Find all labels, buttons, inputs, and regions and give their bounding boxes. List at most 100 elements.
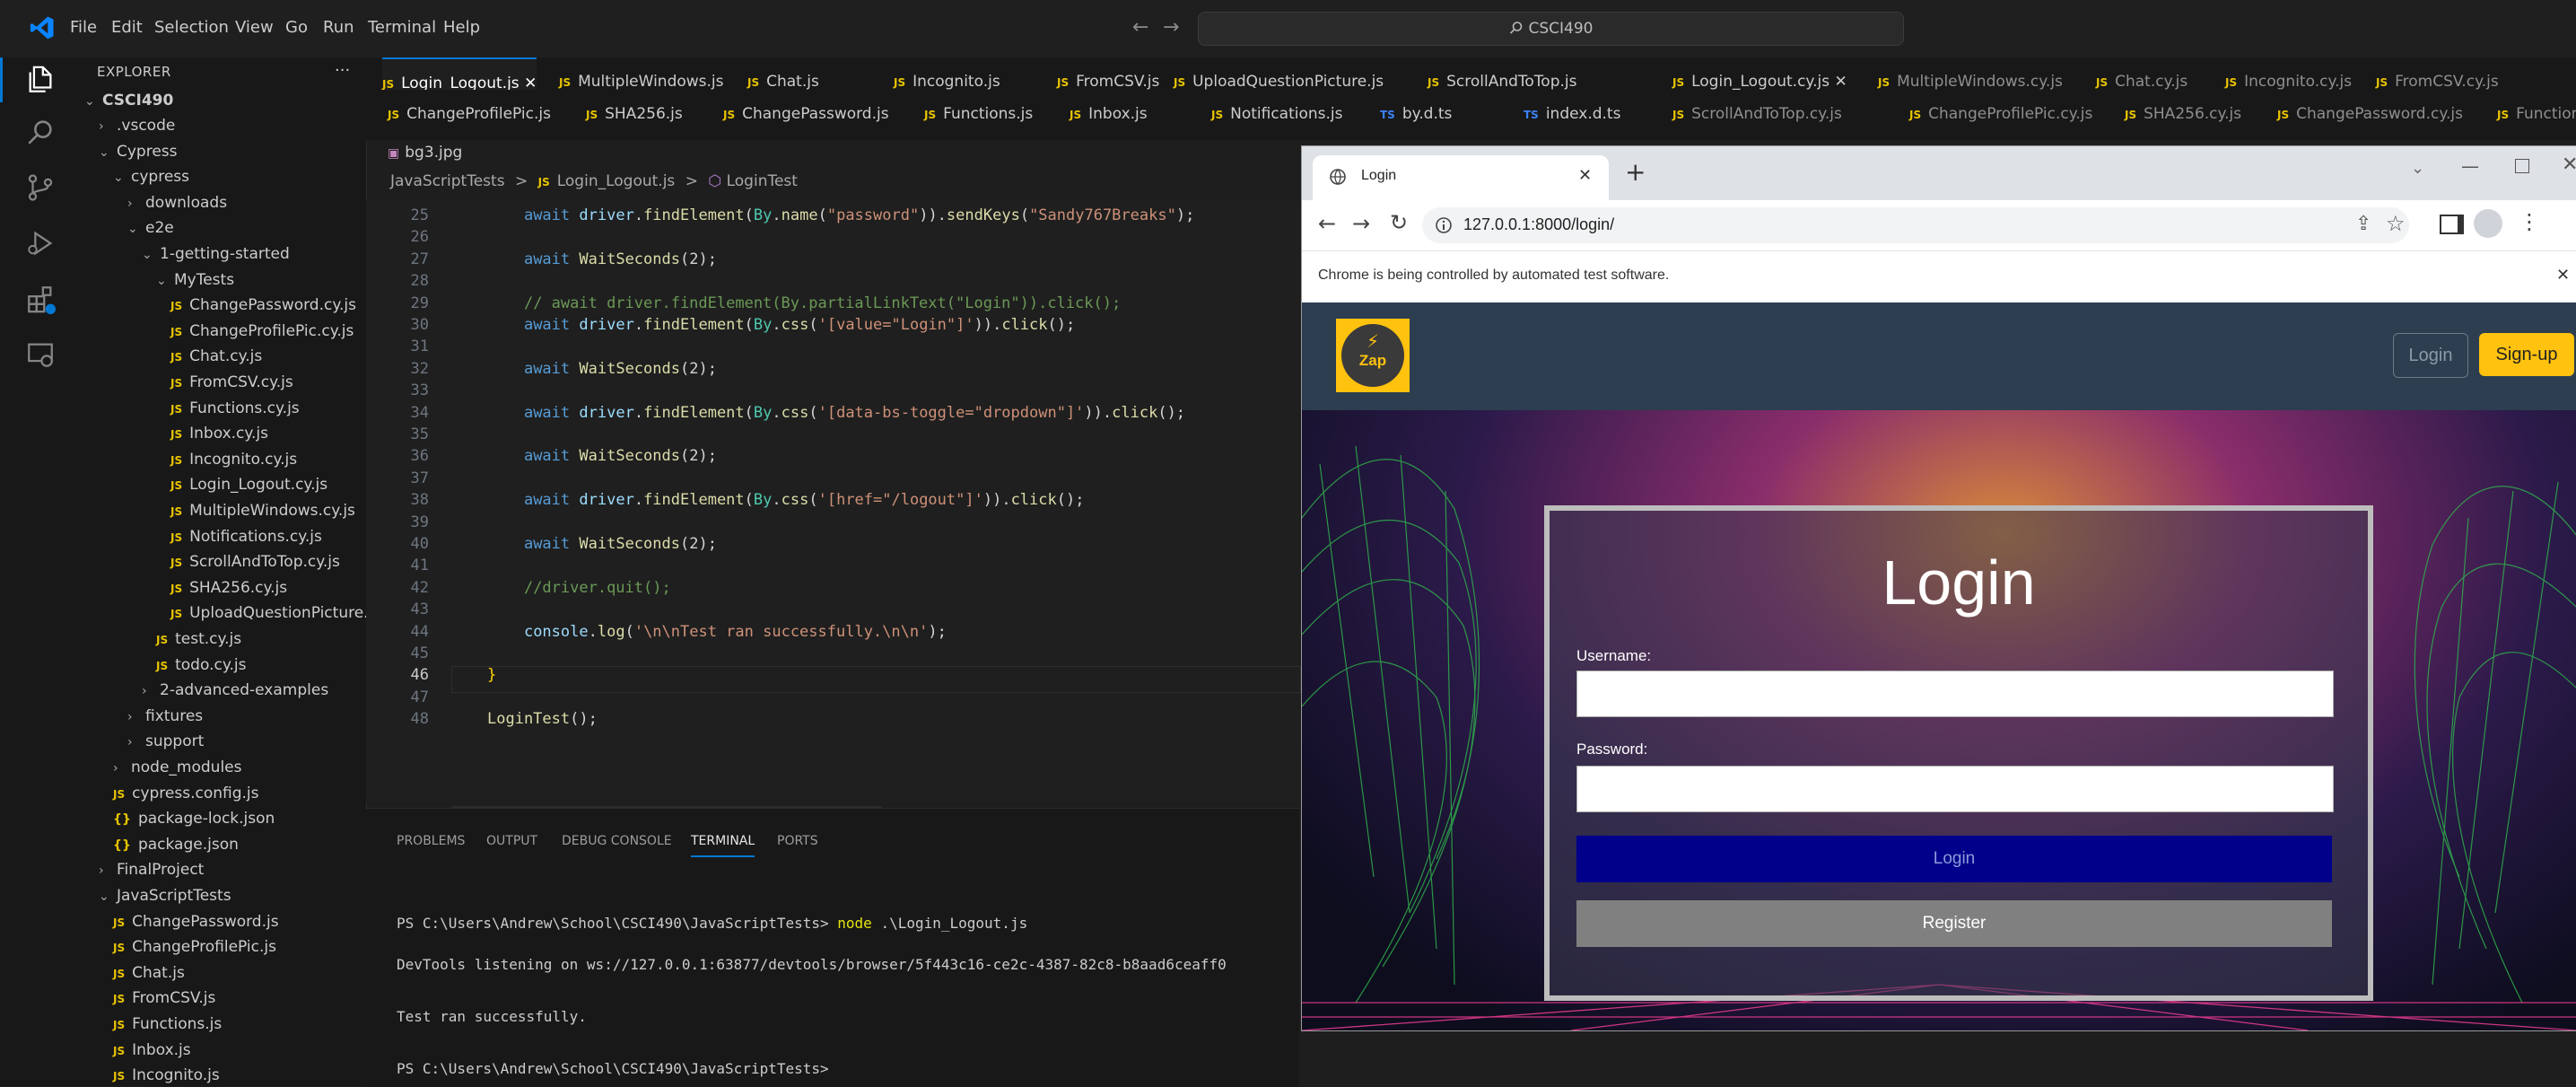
username-input[interactable] bbox=[1576, 671, 2334, 717]
tree-file[interactable]: JS ChangePassword.cy.js bbox=[170, 293, 356, 318]
search-icon[interactable] bbox=[25, 117, 56, 147]
tree-file[interactable]: JS Functions.js bbox=[113, 1012, 222, 1037]
tree-file[interactable]: JS Incognito.js bbox=[113, 1063, 220, 1086]
menu-file[interactable]: File bbox=[70, 18, 97, 37]
infobar-close-icon[interactable]: ✕ bbox=[2556, 266, 2570, 285]
tree-file[interactable]: JS Chat.js bbox=[113, 960, 185, 986]
chrome-tab-login[interactable]: Login ✕ bbox=[1313, 155, 1609, 200]
tab-bg3-jpg[interactable]: ▣ bg3.jpg bbox=[388, 136, 462, 169]
menu-terminal[interactable]: Terminal bbox=[368, 18, 436, 37]
tree-folder[interactable]: › downloads bbox=[127, 190, 227, 215]
menu-view[interactable]: View bbox=[235, 18, 274, 37]
tab-scrollandtotop-cy-js[interactable]: JS ScrollAndToTop.cy.js bbox=[1672, 90, 1842, 138]
tree-folder[interactable]: ⌄ e2e bbox=[127, 215, 174, 241]
menu-edit[interactable]: Edit bbox=[111, 18, 143, 37]
tab-changeprofilepic-js[interactable]: JS ChangeProfilePic.js bbox=[388, 90, 551, 138]
source-control-icon[interactable] bbox=[25, 172, 56, 203]
tree-folder[interactable]: › FinalProject bbox=[99, 857, 204, 882]
reload-icon[interactable]: ↻ bbox=[1390, 210, 1408, 235]
share-icon[interactable]: ⇪ bbox=[2355, 213, 2371, 235]
tree-file[interactable]: {} package.json bbox=[113, 832, 239, 857]
tree-file[interactable]: JS SHA256.cy.js bbox=[170, 575, 287, 600]
tree-file[interactable]: JS Inbox.js bbox=[113, 1038, 191, 1063]
tab-changeprofilepic-cy-js[interactable]: JS ChangeProfilePic.cy.js bbox=[1909, 90, 2092, 138]
zap-logo[interactable]: ⚡ Zap bbox=[1336, 319, 1410, 392]
tree-folder[interactable]: ⌄ MyTests bbox=[156, 267, 234, 293]
breadcrumb-symbol[interactable]: LoginTest bbox=[727, 172, 798, 190]
info-icon[interactable] bbox=[1435, 216, 1453, 234]
side-panel-icon[interactable] bbox=[2440, 215, 2464, 234]
panel-tab-output[interactable]: OUTPUT bbox=[486, 834, 537, 848]
tree-file[interactable]: JS Inbox.cy.js bbox=[170, 421, 268, 446]
menu-help[interactable]: Help bbox=[443, 18, 480, 37]
tree-file[interactable]: JS UploadQuestionPicture.cy.js bbox=[170, 600, 366, 626]
tree-file[interactable]: JS Login_Logout.cy.js bbox=[170, 472, 327, 497]
run-and-debug-icon[interactable] bbox=[25, 228, 56, 259]
nav-signup-button[interactable]: Sign-up bbox=[2479, 333, 2574, 376]
tree-folder[interactable]: ⌄ JavaScriptTests bbox=[99, 883, 231, 908]
tree-file[interactable]: JS ChangeProfilePic.js bbox=[113, 934, 276, 960]
breadcrumb-file[interactable]: Login_Logout.js bbox=[557, 172, 676, 190]
panel-tab-ports[interactable]: PORTS bbox=[777, 834, 818, 848]
tree-file[interactable]: JS FromCSV.cy.js bbox=[170, 370, 293, 395]
tree-folder[interactable]: › .vscode bbox=[99, 113, 175, 138]
tree-file[interactable]: {} package-lock.json bbox=[113, 806, 275, 831]
tree-folder[interactable]: ⌄ Cypress bbox=[99, 139, 178, 164]
tab-by-d-ts[interactable]: TS by.d.ts bbox=[1380, 90, 1452, 138]
new-tab-icon[interactable]: + bbox=[1625, 157, 1646, 187]
chrome-menu-icon[interactable]: ⋮ bbox=[2519, 209, 2540, 234]
nav-login-button[interactable]: Login bbox=[2393, 333, 2468, 378]
register-button[interactable]: Register bbox=[1576, 900, 2332, 947]
explorer-files-icon[interactable] bbox=[25, 65, 56, 95]
tree-folder[interactable]: › support bbox=[127, 729, 204, 754]
tab-inbox-js[interactable]: JS Inbox.js bbox=[1070, 90, 1148, 138]
tree-folder[interactable]: › node_modules bbox=[113, 755, 242, 780]
panel-tab-problems[interactable]: PROBLEMS bbox=[397, 834, 465, 848]
tab-changepassword-js[interactable]: JS ChangePassword.js bbox=[723, 90, 889, 138]
tab-functions-js[interactable]: JS Functions.js bbox=[924, 90, 1033, 138]
code-editor[interactable]: 25 await driver.findElement(By.name("pas… bbox=[366, 199, 1301, 819]
tab-sha256-cy-js[interactable]: JS SHA256.cy.js bbox=[2125, 90, 2241, 138]
remote-explorer-icon[interactable] bbox=[25, 339, 56, 370]
tree-file[interactable]: JS test.cy.js bbox=[156, 627, 241, 652]
tree-folder[interactable]: ⌄ 1-getting-started bbox=[142, 241, 290, 267]
tree-file[interactable]: JS ScrollAndToTop.cy.js bbox=[170, 549, 340, 574]
tree-file[interactable]: JS cypress.config.js bbox=[113, 781, 259, 806]
profile-avatar-icon[interactable] bbox=[2474, 209, 2502, 238]
tree-folder[interactable]: ⌄ CSCI490 bbox=[84, 88, 173, 113]
back-icon[interactable]: ← bbox=[1318, 211, 1336, 236]
forward-icon[interactable]: → bbox=[1352, 211, 1370, 236]
tab-search-chevron-icon[interactable]: ⌄ bbox=[2411, 159, 2424, 178]
tree-folder[interactable]: ⌄ cypress bbox=[113, 164, 189, 189]
tree-file[interactable]: JS todo.cy.js bbox=[156, 653, 246, 678]
tree-file[interactable]: JS ChangeProfilePic.cy.js bbox=[170, 319, 354, 344]
extensions-icon[interactable] bbox=[25, 284, 56, 314]
menu-selection[interactable]: Selection bbox=[154, 18, 229, 37]
tree-file[interactable]: JS Notifications.cy.js bbox=[170, 524, 322, 549]
close-window-icon[interactable]: ✕ bbox=[2562, 153, 2576, 176]
back-arrow-icon[interactable]: ← bbox=[1132, 16, 1148, 39]
panel-tab-terminal[interactable]: TERMINAL bbox=[691, 834, 755, 857]
tree-file[interactable]: JS MultipleWindows.cy.js bbox=[170, 498, 355, 523]
forward-arrow-icon[interactable]: → bbox=[1163, 16, 1179, 39]
tab-changepassword-cy-js[interactable]: JS ChangePassword.cy.js bbox=[2277, 90, 2463, 138]
omnibox[interactable]: 127.0.0.1:8000/login/ ⇪ ☆ bbox=[1422, 207, 2409, 243]
terminal-prompt-idle[interactable]: PS C:\Users\Andrew\School\CSCI490\JavaSc… bbox=[397, 1060, 829, 1077]
tree-file[interactable]: JS Incognito.cy.js bbox=[170, 447, 297, 472]
tree-folder[interactable]: › fixtures bbox=[127, 704, 203, 729]
menu-go[interactable]: Go bbox=[285, 18, 308, 37]
close-tab-icon[interactable]: ✕ bbox=[1578, 166, 1592, 185]
panel-tab-debug-console[interactable]: DEBUG CONSOLE bbox=[562, 834, 672, 848]
login-submit-button[interactable]: Login bbox=[1576, 836, 2332, 882]
tab-sha256-js[interactable]: JS SHA256.js bbox=[586, 90, 683, 138]
bookmark-star-icon[interactable]: ☆ bbox=[2386, 211, 2406, 236]
tab-function[interactable]: JS Function bbox=[2497, 90, 2576, 138]
tab-close-icon[interactable]: ✕ bbox=[1829, 73, 1847, 91]
password-input[interactable] bbox=[1576, 766, 2334, 812]
breadcrumb-folder[interactable]: JavaScriptTests bbox=[390, 172, 505, 190]
minimize-icon[interactable]: — bbox=[2461, 155, 2479, 177]
tree-file[interactable]: JS ChangePassword.js bbox=[113, 909, 279, 934]
tree-folder[interactable]: › 2-advanced-examples bbox=[142, 678, 328, 703]
maximize-icon[interactable] bbox=[2515, 159, 2529, 173]
menu-run[interactable]: Run bbox=[323, 18, 354, 37]
